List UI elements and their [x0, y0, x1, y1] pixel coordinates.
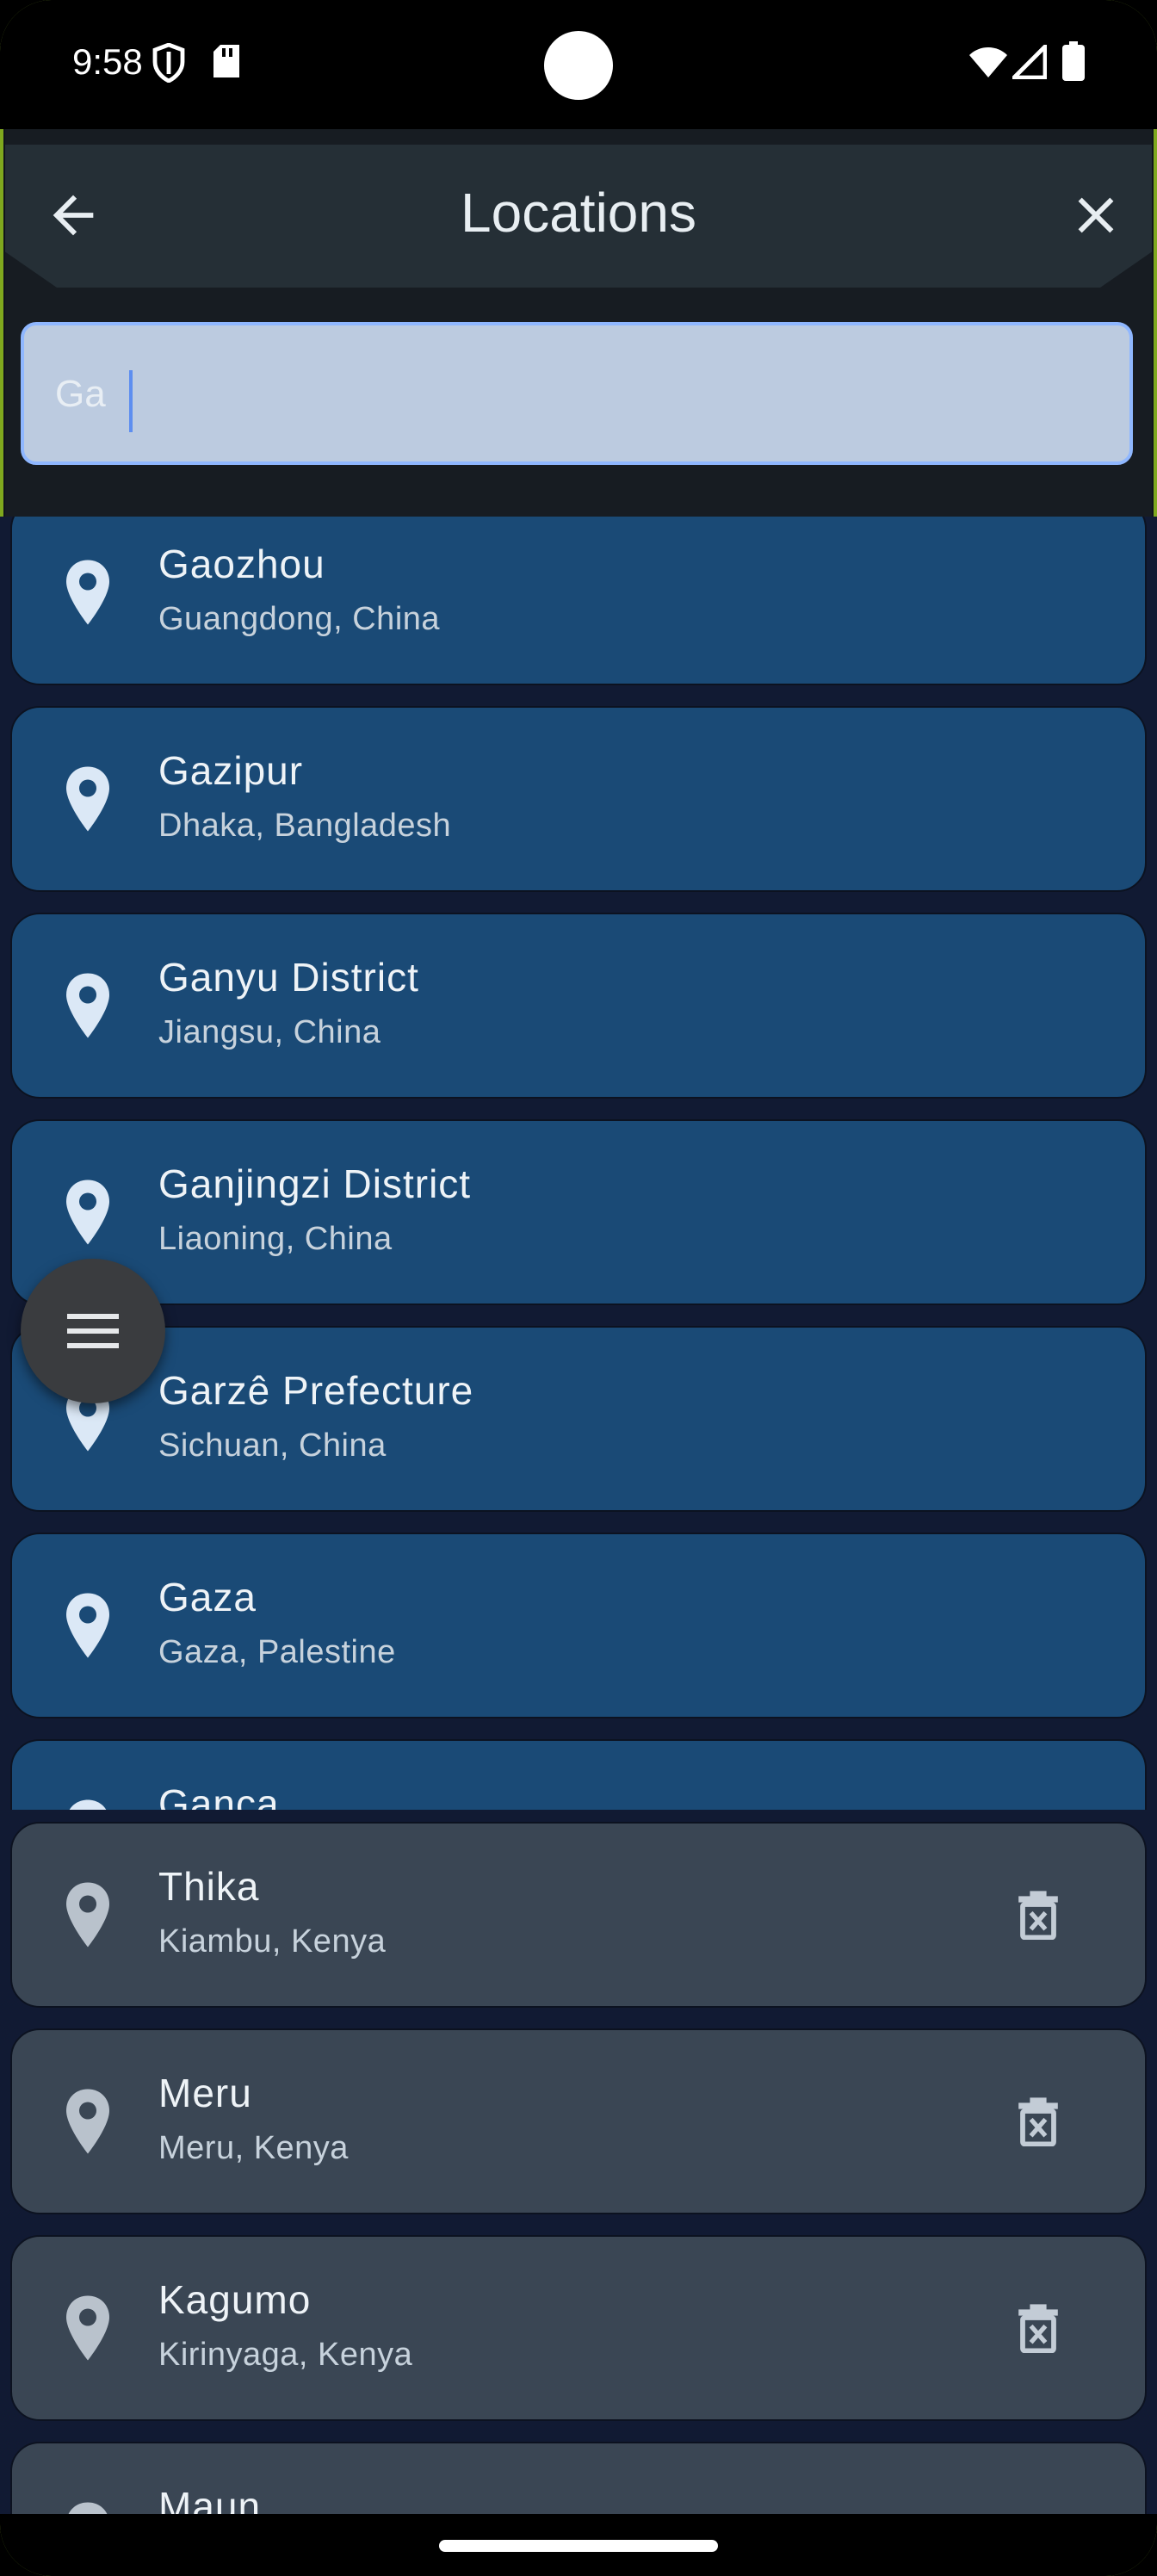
result-item[interactable]: Gaozhou Guangdong, China — [10, 517, 1147, 685]
result-region: Guangdong, China — [158, 601, 441, 637]
result-item[interactable]: Ganjingzi District Liaoning, China — [10, 1119, 1147, 1305]
close-icon — [1078, 197, 1114, 233]
saved-location-name: Thika — [158, 1864, 260, 1909]
location-pin-icon — [66, 2089, 109, 2154]
menu-icon — [67, 1314, 119, 1348]
sd-card-icon — [212, 43, 241, 84]
result-name: Gazipur — [158, 748, 304, 793]
saved-location-name: Kagumo — [158, 2277, 312, 2322]
result-item[interactable]: Ganyu District Jiangsu, China — [10, 913, 1147, 1099]
location-pin-icon — [69, 1799, 107, 1810]
saved-location-item[interactable]: Kagumo Kirinyaga, Kenya — [10, 2235, 1147, 2421]
saved-location-region: Meru, Kenya — [158, 2130, 349, 2166]
search-input[interactable] — [55, 360, 1088, 429]
saved-location-name: Meru — [158, 2071, 252, 2115]
page-title: Locations — [461, 182, 696, 244]
wifi-icon — [968, 45, 1009, 84]
result-region: Dhaka, Bangladesh — [158, 808, 452, 844]
saved-locations-list[interactable]: Thika Kiambu, Kenya Meru Meru, Kenya Kag… — [0, 1810, 1157, 2514]
screen: 9:58 Locations Gaozhou — [0, 0, 1157, 2576]
shield-icon — [152, 42, 186, 87]
saved-location-region: Kiambu, Kenya — [158, 1923, 387, 1960]
delete-icon[interactable] — [1018, 2096, 1059, 2146]
location-pin-icon — [66, 1180, 109, 1245]
result-region: Gaza, Palestine — [158, 1634, 396, 1670]
close-button[interactable] — [1066, 185, 1126, 245]
saved-location-item[interactable]: Thika Kiambu, Kenya — [10, 1822, 1147, 2008]
battery-icon — [1062, 41, 1085, 85]
location-pin-icon — [66, 1882, 109, 1947]
text-cursor — [129, 370, 133, 432]
delete-icon[interactable] — [1018, 1890, 1059, 1940]
result-name: Ganca — [158, 1781, 280, 1810]
home-indicator[interactable] — [439, 2540, 718, 2552]
location-pin-icon — [66, 1593, 109, 1658]
location-pin-icon — [66, 2295, 109, 2361]
saved-location-name: Maun — [158, 2484, 262, 2514]
result-item[interactable]: Gazipur Dhaka, Bangladesh — [10, 706, 1147, 892]
location-pin-icon — [66, 766, 109, 832]
result-name: Gaza — [158, 1575, 257, 1619]
menu-button[interactable] — [21, 1259, 165, 1403]
location-pin-icon — [66, 560, 109, 625]
result-item[interactable]: Ganca — [10, 1739, 1147, 1810]
result-item[interactable]: Garzê Prefecture Sichuan, China — [10, 1326, 1147, 1512]
result-name: Ganjingzi District — [158, 1161, 472, 1206]
status-time: 9:58 — [72, 41, 143, 82]
location-pin-icon — [68, 2502, 108, 2514]
cell-signal-icon — [1009, 41, 1048, 84]
result-name: Ganyu District — [158, 955, 419, 1000]
delete-icon[interactable] — [1018, 2303, 1059, 2353]
arrow-back-icon — [53, 195, 94, 236]
result-region: Liaoning, China — [158, 1221, 393, 1257]
saved-location-item[interactable]: Meru Meru, Kenya — [10, 2028, 1147, 2214]
back-button[interactable] — [43, 185, 103, 245]
result-region: Sichuan, China — [158, 1427, 387, 1464]
result-region: Jiangsu, China — [158, 1014, 381, 1050]
front-camera — [544, 31, 613, 100]
result-item[interactable]: Gaza Gaza, Palestine — [10, 1533, 1147, 1718]
search-results-list[interactable]: Gaozhou Guangdong, China Gazipur Dhaka, … — [0, 517, 1157, 1810]
search-field[interactable] — [21, 322, 1133, 465]
location-pin-icon — [66, 973, 109, 1038]
result-name: Gaozhou — [158, 542, 325, 586]
status-bar: 9:58 — [0, 0, 1157, 129]
result-name: Garzê Prefecture — [158, 1368, 474, 1413]
saved-location-region: Kirinyaga, Kenya — [158, 2337, 413, 2373]
saved-location-item[interactable]: Maun — [10, 2442, 1147, 2514]
